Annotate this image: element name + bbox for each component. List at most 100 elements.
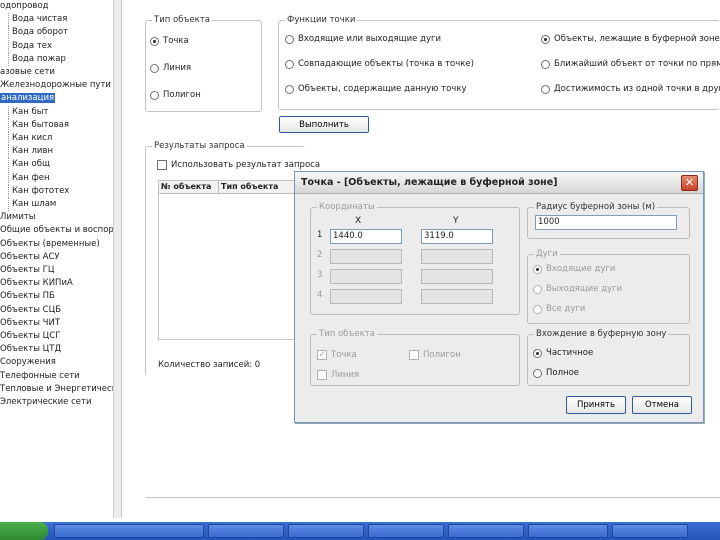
function-radio[interactable]: Объекты, содержащие данную точку [285, 84, 467, 94]
start-button[interactable] [0, 522, 48, 540]
tree-item[interactable]: Железнодорожные пути [0, 79, 111, 92]
tree-item[interactable]: Вода чистая [8, 13, 67, 27]
arc-radio[interactable]: Все дуги [533, 304, 585, 314]
close-icon[interactable]: ✕ [681, 175, 698, 191]
arc-radio-label: Входящие дуги [546, 264, 616, 274]
tree-item[interactable]: анализация [0, 92, 56, 105]
tree-item[interactable]: Электрические сети [0, 396, 92, 409]
function-radio-dot[interactable] [285, 84, 294, 94]
cancel-button[interactable]: Отмена [632, 396, 692, 414]
function-radio[interactable]: Ближайший объект от точки по прямой [541, 59, 720, 69]
arc-radio-dot[interactable] [533, 264, 542, 274]
tree-item[interactable]: Объекты ЦТД [0, 343, 61, 356]
object-type-radio[interactable]: Точка [150, 36, 189, 46]
tree-item[interactable]: Кан кисл [8, 132, 52, 145]
type-polygon-box[interactable] [409, 350, 419, 360]
execute-button[interactable]: Выполнить [279, 116, 369, 133]
inclusion-radio-dot[interactable] [533, 348, 542, 358]
tree-item[interactable]: Объекты ГЦ [0, 264, 54, 277]
coord-x-input[interactable] [330, 249, 402, 264]
coord-x-input[interactable] [330, 289, 402, 304]
object-type-radio-dot[interactable] [150, 90, 159, 100]
type-point-box[interactable]: ✓ [317, 350, 327, 360]
use-result-checkbox[interactable]: Использовать результат запроса [157, 160, 320, 170]
object-type-radio-dot[interactable] [150, 36, 159, 46]
col-object-number[interactable]: № объекта [159, 181, 219, 194]
tree-item[interactable]: Кан бытовая [8, 118, 69, 132]
type-line-checkbox[interactable]: Линия [317, 370, 359, 380]
inclusion-radio[interactable]: Частичное [533, 348, 593, 358]
type-polygon-checkbox[interactable]: Полигон [409, 350, 461, 360]
tree-item[interactable]: Телефонные сети [0, 370, 80, 383]
tree-item[interactable]: Объекты АСУ [0, 251, 60, 264]
object-type-radio-dot[interactable] [150, 63, 159, 73]
taskbar-button[interactable] [448, 524, 524, 538]
coord-y-input[interactable]: 3119.0 [421, 229, 493, 244]
radius-input[interactable]: 1000 [535, 215, 677, 230]
arc-radio-dot[interactable] [533, 304, 542, 314]
function-radio[interactable]: Объекты, лежащие в буферной зоне [541, 34, 720, 44]
tree-item[interactable]: Лимиты [0, 211, 36, 224]
coord-x-input[interactable]: 1440.0 [330, 229, 402, 244]
coord-x-input[interactable] [330, 269, 402, 284]
inclusion-radio[interactable]: Полное [533, 368, 579, 378]
tree-item[interactable]: Объекты ПБ [0, 290, 55, 303]
tree-item[interactable]: Кан фототех [8, 184, 69, 198]
tree-item-label: Кан шлам [12, 199, 57, 209]
coord-y-input[interactable] [421, 249, 493, 264]
col-object-type[interactable]: Тип объекта [219, 181, 295, 194]
arc-radio-dot[interactable] [533, 284, 542, 294]
type-line-box[interactable] [317, 370, 327, 380]
type-point-checkbox[interactable]: ✓ Точка [317, 350, 357, 360]
function-radio-dot[interactable] [541, 84, 550, 94]
tree-item[interactable]: Объекты ЧИТ [0, 317, 60, 330]
coord-y-input[interactable] [421, 269, 493, 284]
inclusion-radio-dot[interactable] [533, 368, 542, 378]
function-radio-dot[interactable] [541, 34, 550, 44]
taskbar-button[interactable] [288, 524, 364, 538]
tree-item-label: Кан фен [12, 172, 50, 183]
layer-tree[interactable]: одопровод Вода чистая Вода оборот Вода тех В… [0, 0, 122, 518]
record-count: Количество записей: 0 [158, 360, 261, 370]
tree-item[interactable]: Кан общ [8, 158, 50, 172]
arc-radio[interactable]: Выходящие дуги [533, 284, 622, 294]
taskbar-button[interactable] [208, 524, 284, 538]
tree-item[interactable]: Кан шлам [8, 198, 56, 211]
use-result-box[interactable] [157, 160, 167, 170]
function-radio-dot[interactable] [285, 59, 294, 69]
function-radio[interactable]: Достижимость из одной точки в другую [541, 84, 720, 94]
results-table[interactable]: № объекта Тип объекта [158, 180, 295, 340]
taskbar-button[interactable] [54, 524, 204, 538]
function-radio[interactable]: Совпадающие объекты (точка в точке) [285, 59, 474, 69]
taskbar-button[interactable] [612, 524, 688, 538]
tree-item[interactable]: Объекты (временные) [0, 238, 100, 251]
tree-item[interactable]: Кан быт [8, 105, 48, 119]
dialog-titlebar[interactable]: Точка - [Объекты, лежащие в буферной зон… [295, 172, 703, 194]
tree-item[interactable]: Вода пожар [8, 52, 66, 66]
object-type-radio[interactable]: Полигон [150, 90, 201, 100]
tree-scrollbar[interactable] [113, 0, 121, 518]
tree-item[interactable]: Вода тех [8, 39, 52, 53]
tree-item[interactable]: Объекты СЦБ [0, 304, 61, 317]
arc-radio[interactable]: Входящие дуги [533, 264, 615, 274]
tree-item[interactable]: Тепловые и Энергетические [0, 383, 121, 396]
coord-y-input[interactable] [421, 289, 493, 304]
tree-item[interactable]: Объекты КИПиА [0, 277, 73, 290]
apply-button[interactable]: Принять [566, 396, 626, 414]
function-radio-dot[interactable] [285, 34, 294, 44]
tree-item[interactable]: одопровод [0, 0, 49, 13]
taskbar-button[interactable] [368, 524, 444, 538]
tree-item[interactable]: Кан ливн [8, 145, 53, 159]
function-radio[interactable]: Входящие или выходящие дуги [285, 34, 441, 44]
tree-item[interactable]: Общие объекты и воспорных [0, 224, 121, 237]
object-type-radio[interactable]: Линия [150, 63, 191, 73]
tree-item[interactable]: Вода оборот [8, 26, 68, 40]
taskbar-button[interactable] [528, 524, 608, 538]
tree-item-label: Телефонные сети [0, 370, 80, 381]
tree-item[interactable]: Объекты ЦСГ [0, 330, 60, 343]
tree-item[interactable]: азовые сети [0, 66, 55, 79]
function-radio-dot[interactable] [541, 59, 550, 69]
tree-item[interactable]: Сооружения [0, 356, 56, 369]
tree-item[interactable]: Кан фен [8, 171, 50, 185]
inclusion-title: Вхождение в буферную зону [534, 329, 669, 340]
